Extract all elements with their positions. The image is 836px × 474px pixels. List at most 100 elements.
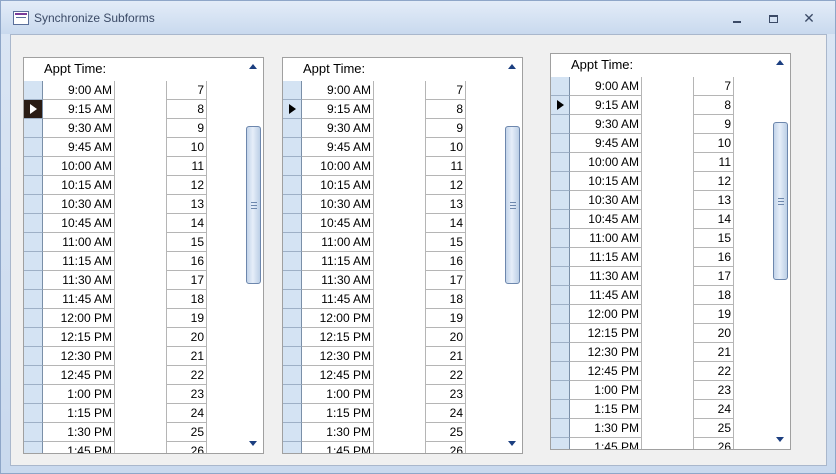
record-row[interactable]: 10:00 AM 11 <box>24 157 224 176</box>
appt-time-field[interactable]: 10:00 AM <box>570 153 642 172</box>
number-field[interactable]: 11 <box>425 157 466 176</box>
record-row[interactable]: 12:45 PM 22 <box>283 366 483 385</box>
record-row[interactable]: 9:00 AM 7 <box>551 77 751 96</box>
record-row[interactable]: 10:15 AM 12 <box>24 176 224 195</box>
number-field[interactable]: 17 <box>425 271 466 290</box>
appt-time-field[interactable]: 11:00 AM <box>43 233 115 252</box>
record-row[interactable]: 9:15 AM 8 <box>551 96 751 115</box>
record-row[interactable]: 10:45 AM 14 <box>551 210 751 229</box>
number-field[interactable]: 14 <box>425 214 466 233</box>
number-field[interactable]: 16 <box>166 252 207 271</box>
record-row[interactable]: 12:30 PM 21 <box>283 347 483 366</box>
record-row[interactable]: 1:15 PM 24 <box>24 404 224 423</box>
record-row[interactable]: 11:30 AM 17 <box>551 267 751 286</box>
record-row[interactable]: 12:15 PM 20 <box>24 328 224 347</box>
record-selector[interactable] <box>551 77 570 96</box>
number-field[interactable]: 20 <box>425 328 466 347</box>
appt-time-field[interactable]: 11:45 AM <box>43 290 115 309</box>
record-selector[interactable] <box>24 176 43 195</box>
number-field[interactable]: 12 <box>166 176 207 195</box>
appt-time-field[interactable]: 9:45 AM <box>302 138 374 157</box>
record-selector[interactable] <box>24 309 43 328</box>
number-field[interactable]: 23 <box>425 385 466 404</box>
record-selector[interactable] <box>283 328 302 347</box>
record-row[interactable]: 10:45 AM 14 <box>24 214 224 233</box>
record-row[interactable]: 12:45 PM 22 <box>24 366 224 385</box>
number-field[interactable]: 23 <box>693 381 734 400</box>
record-selector[interactable] <box>283 157 302 176</box>
record-row[interactable]: 10:00 AM 11 <box>551 153 751 172</box>
record-row[interactable]: 1:15 PM 24 <box>283 404 483 423</box>
number-field[interactable]: 21 <box>166 347 207 366</box>
appt-time-field[interactable]: 1:30 PM <box>570 419 642 438</box>
number-field[interactable]: 26 <box>693 438 734 449</box>
record-selector[interactable] <box>24 119 43 138</box>
record-selector[interactable] <box>551 248 570 267</box>
appt-time-field[interactable]: 12:00 PM <box>302 309 374 328</box>
record-selector[interactable] <box>551 438 570 449</box>
record-row[interactable]: 10:30 AM 13 <box>283 195 483 214</box>
appt-time-field[interactable]: 10:30 AM <box>43 195 115 214</box>
record-selector[interactable] <box>283 290 302 309</box>
record-row[interactable]: 9:00 AM 7 <box>283 81 483 100</box>
appt-time-field[interactable]: 11:00 AM <box>570 229 642 248</box>
appt-time-field[interactable]: 11:45 AM <box>302 290 374 309</box>
number-field[interactable]: 8 <box>425 100 466 119</box>
record-selector[interactable] <box>283 233 302 252</box>
record-selector[interactable] <box>551 229 570 248</box>
number-field[interactable]: 17 <box>693 267 734 286</box>
number-field[interactable]: 18 <box>425 290 466 309</box>
appt-time-field[interactable]: 12:30 PM <box>570 343 642 362</box>
record-selector[interactable] <box>551 172 570 191</box>
appt-time-field[interactable]: 1:00 PM <box>43 385 115 404</box>
record-selector[interactable] <box>551 115 570 134</box>
appt-time-field[interactable]: 12:15 PM <box>302 328 374 347</box>
record-selector[interactable] <box>283 271 302 290</box>
record-selector[interactable] <box>551 134 570 153</box>
appt-time-field[interactable]: 11:15 AM <box>302 252 374 271</box>
record-row[interactable]: 11:45 AM 18 <box>551 286 751 305</box>
close-button[interactable]: ✕ <box>795 9 823 27</box>
record-row[interactable]: 1:30 PM 25 <box>283 423 483 442</box>
appt-time-field[interactable]: 9:15 AM <box>43 100 115 119</box>
appt-time-field[interactable]: 12:00 PM <box>570 305 642 324</box>
number-field[interactable]: 12 <box>425 176 466 195</box>
number-field[interactable]: 18 <box>693 286 734 305</box>
number-field[interactable]: 22 <box>166 366 207 385</box>
appt-time-field[interactable]: 9:30 AM <box>570 115 642 134</box>
scroll-down-icon[interactable] <box>776 437 784 442</box>
record-row[interactable]: 9:30 AM 9 <box>551 115 751 134</box>
appt-time-field[interactable]: 11:15 AM <box>43 252 115 271</box>
appt-time-field[interactable]: 9:30 AM <box>43 119 115 138</box>
record-selector[interactable] <box>551 362 570 381</box>
scrollbar-thumb[interactable] <box>505 126 520 284</box>
record-row[interactable]: 11:15 AM 16 <box>551 248 751 267</box>
record-selector[interactable] <box>283 252 302 271</box>
record-row[interactable]: 9:45 AM 10 <box>283 138 483 157</box>
record-row[interactable]: 12:15 PM 20 <box>283 328 483 347</box>
number-field[interactable]: 16 <box>693 248 734 267</box>
number-field[interactable]: 15 <box>425 233 466 252</box>
record-row[interactable]: 9:15 AM 8 <box>24 100 224 119</box>
number-field[interactable]: 22 <box>693 362 734 381</box>
record-row[interactable]: 11:45 AM 18 <box>24 290 224 309</box>
record-selector[interactable] <box>24 214 43 233</box>
number-field[interactable]: 9 <box>166 119 207 138</box>
record-row[interactable]: 1:45 PM 26 <box>24 442 224 453</box>
appt-time-field[interactable]: 11:45 AM <box>570 286 642 305</box>
record-selector[interactable] <box>24 157 43 176</box>
record-selector[interactable] <box>551 381 570 400</box>
appt-time-field[interactable]: 9:00 AM <box>302 81 374 100</box>
appt-time-field[interactable]: 9:15 AM <box>570 96 642 115</box>
record-row[interactable]: 11:00 AM 15 <box>283 233 483 252</box>
record-row[interactable]: 11:00 AM 15 <box>551 229 751 248</box>
record-row[interactable]: 1:00 PM 23 <box>283 385 483 404</box>
number-field[interactable]: 15 <box>166 233 207 252</box>
record-selector[interactable] <box>551 305 570 324</box>
scroll-up-icon[interactable] <box>508 64 516 69</box>
record-selector[interactable] <box>24 252 43 271</box>
appt-time-field[interactable]: 9:30 AM <box>302 119 374 138</box>
appt-time-field[interactable]: 12:30 PM <box>43 347 115 366</box>
scroll-down-icon[interactable] <box>508 441 516 446</box>
record-selector[interactable] <box>283 81 302 100</box>
